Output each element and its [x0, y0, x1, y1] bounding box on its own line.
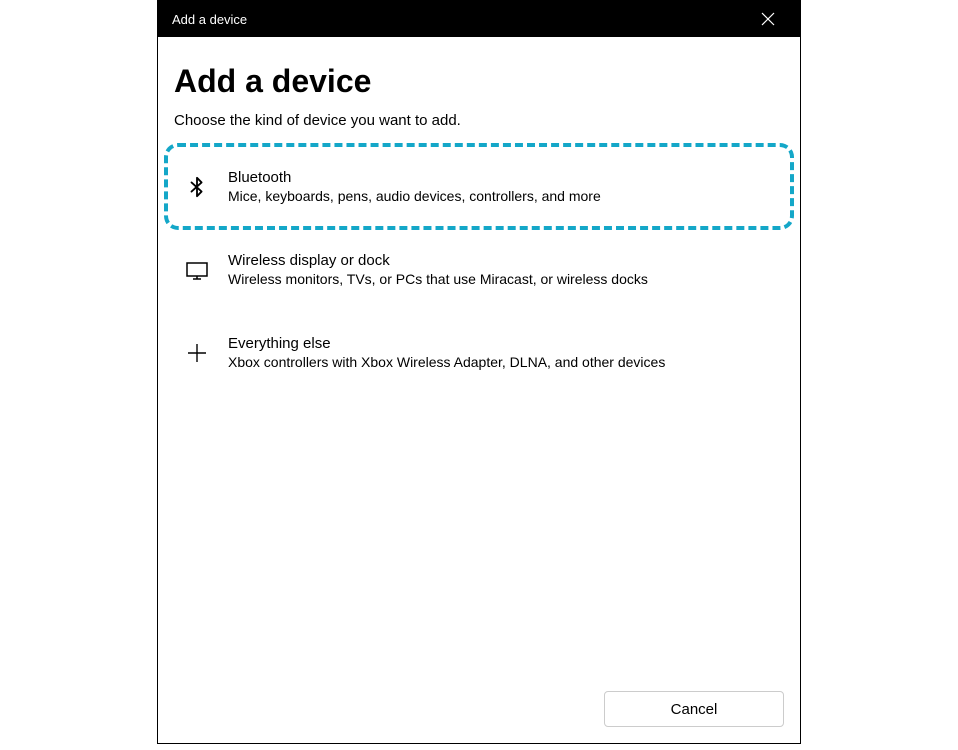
option-text: Bluetooth Mice, keyboards, pens, audio d…: [228, 169, 601, 204]
bluetooth-icon: [184, 174, 210, 200]
dialog-footer: Cancel: [158, 675, 800, 743]
page-heading: Add a device: [174, 63, 784, 100]
option-text: Everything else Xbox controllers with Xb…: [228, 335, 665, 370]
option-title: Wireless display or dock: [228, 252, 648, 269]
option-bluetooth[interactable]: Bluetooth Mice, keyboards, pens, audio d…: [174, 145, 784, 228]
option-title: Bluetooth: [228, 169, 601, 186]
option-text: Wireless display or dock Wireless monito…: [228, 252, 648, 287]
monitor-icon: [184, 257, 210, 283]
option-title: Everything else: [228, 335, 665, 352]
cancel-button[interactable]: Cancel: [604, 691, 784, 727]
option-everything-else[interactable]: Everything else Xbox controllers with Xb…: [174, 311, 784, 394]
option-description: Mice, keyboards, pens, audio devices, co…: [228, 188, 601, 204]
option-wireless-display[interactable]: Wireless display or dock Wireless monito…: [174, 228, 784, 311]
dialog-content: Add a device Choose the kind of device y…: [158, 37, 800, 675]
option-description: Wireless monitors, TVs, or PCs that use …: [228, 271, 648, 287]
title-bar-text: Add a device: [172, 12, 247, 27]
plus-icon: [184, 340, 210, 366]
title-bar: Add a device: [158, 1, 800, 37]
close-button[interactable]: [750, 1, 786, 37]
page-subheading: Choose the kind of device you want to ad…: [174, 112, 784, 129]
close-icon: [761, 12, 775, 26]
add-device-dialog: Add a device Add a device Choose the kin…: [157, 0, 801, 744]
option-description: Xbox controllers with Xbox Wireless Adap…: [228, 354, 665, 370]
